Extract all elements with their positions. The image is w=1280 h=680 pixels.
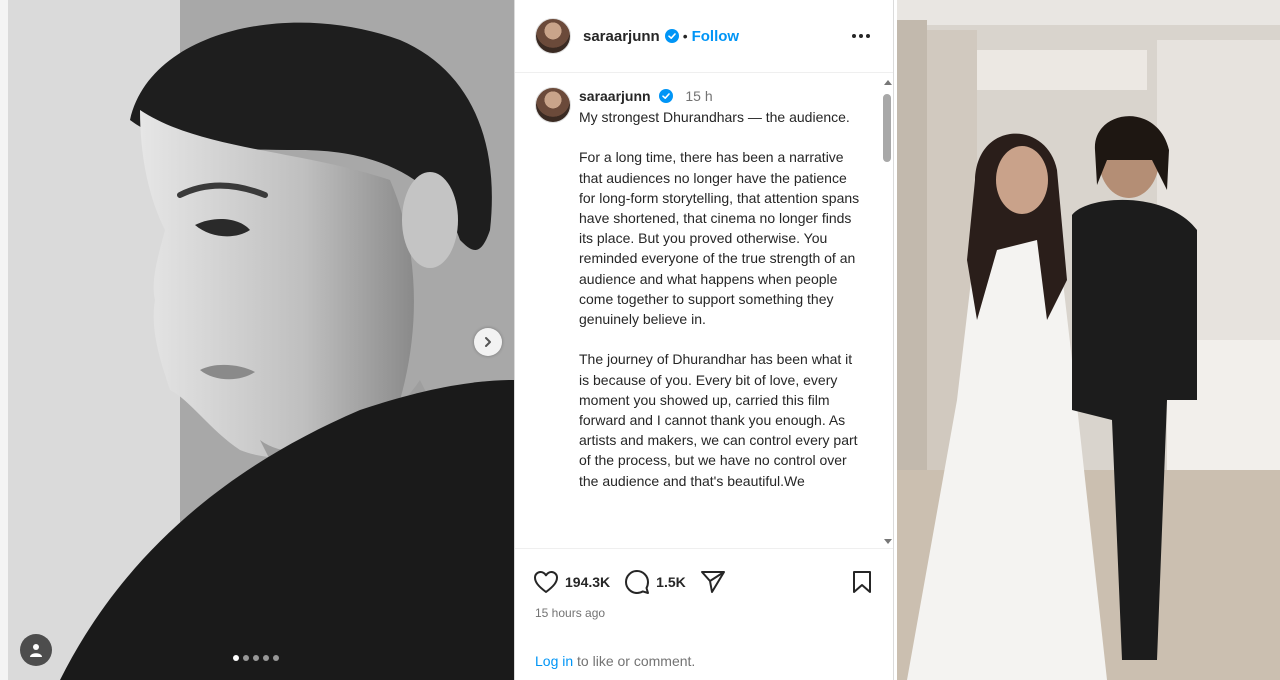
comment-count[interactable]: 1.5K [656, 574, 686, 590]
username[interactable]: saraarjunn [583, 28, 660, 45]
share-icon[interactable] [700, 570, 726, 594]
like-count[interactable]: 194.3K [565, 574, 610, 590]
caption-text: My strongest Dhurandhars — the audience.… [579, 107, 865, 511]
carousel-dot[interactable] [253, 655, 259, 661]
caption-paragraph: For a long time, there has been a narrat… [579, 149, 860, 328]
caption-scrollbar[interactable] [881, 74, 895, 548]
verified-icon [659, 89, 674, 103]
bookmark-icon[interactable] [851, 570, 873, 594]
post-panel: saraarjunn • Follow saraarjunn 15 h My s… [514, 0, 894, 680]
caption-avatar-wrap [535, 87, 571, 123]
scroll-thumb[interactable] [883, 94, 891, 162]
caption-time: 15 h [685, 88, 713, 104]
caption-area: saraarjunn 15 h My strongest Dhurandhars… [515, 74, 881, 548]
tagged-users-button[interactable] [20, 634, 52, 666]
caption-username[interactable]: saraarjunn [579, 88, 651, 104]
post-timestamp: 15 hours ago [535, 606, 606, 620]
carousel-next-button[interactable] [474, 328, 502, 356]
scroll-down-arrow[interactable] [884, 539, 892, 544]
more-icon[interactable] [851, 33, 871, 39]
carousel-dot[interactable] [233, 655, 239, 661]
portrait-photo [0, 0, 514, 680]
photo-edge [0, 0, 8, 680]
heart-icon[interactable] [533, 570, 559, 594]
avatar[interactable] [535, 87, 571, 123]
post-header: saraarjunn • Follow [515, 0, 893, 73]
couple-photo [897, 0, 1280, 680]
post-actions: 194.3K 1.5K 15 hours ago Log in to like … [515, 548, 893, 678]
carousel-dot[interactable] [263, 655, 269, 661]
caption-header: saraarjunn 15 h [579, 88, 713, 104]
login-prompt: Log in to like or comment. [535, 653, 695, 669]
carousel-dot[interactable] [243, 655, 249, 661]
post-photo-left [0, 0, 514, 680]
comment-icon[interactable] [624, 569, 650, 595]
scroll-up-arrow[interactable] [884, 80, 892, 85]
follow-button[interactable]: Follow [692, 28, 740, 45]
action-row: 194.3K 1.5K [533, 569, 726, 595]
separator: • [682, 28, 688, 44]
caption-paragraph: My strongest Dhurandhars — the audience. [579, 109, 850, 125]
verified-icon [664, 29, 679, 43]
caption-paragraph: The journey of Dhurandhar has been what … [579, 351, 858, 489]
chevron-right-icon [485, 337, 491, 347]
avatar[interactable] [535, 18, 571, 54]
carousel-dot[interactable] [273, 655, 279, 661]
post-photo-right [897, 0, 1280, 680]
login-link[interactable]: Log in [535, 653, 573, 669]
login-prompt-text: to like or comment. [573, 653, 696, 669]
carousel-dots [233, 655, 279, 661]
user-tag-icon [30, 644, 42, 657]
